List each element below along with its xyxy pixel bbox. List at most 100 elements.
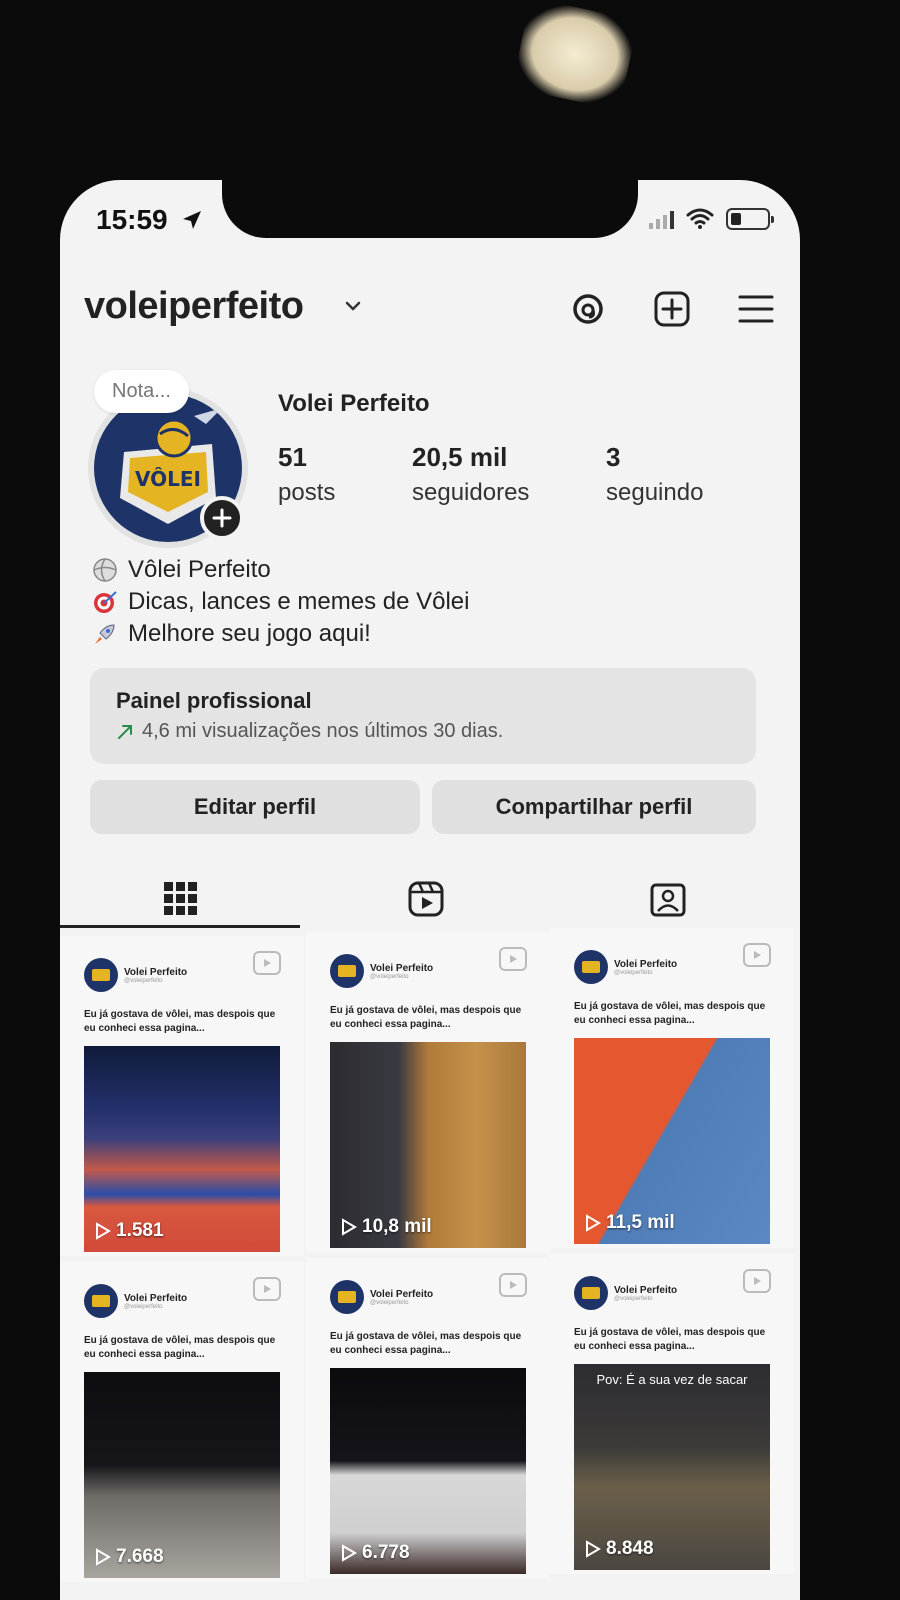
post-avatar	[84, 1284, 118, 1318]
post-handle: @voleiperfeito	[124, 977, 163, 984]
view-count: 6.778	[338, 1542, 410, 1564]
post-handle: @voleiperfeito	[614, 1295, 653, 1302]
post-header: Volei Perfeito @voleiperfeito	[574, 950, 677, 984]
view-count: 10,8 mil	[338, 1216, 432, 1238]
post-author: Volei Perfeito	[370, 962, 434, 974]
post-thumbnail: 7.668	[84, 1372, 280, 1578]
post-thumbnail: Pov: É a sua vez de sacar 8.848	[574, 1364, 770, 1570]
post-tile[interactable]: Volei Perfeito @voleiperfeito Eu já gosta…	[60, 1262, 304, 1582]
post-header: Volei Perfeito @voleiperfeito	[84, 958, 187, 992]
bio-line: Melhore seu jogo aqui!	[90, 618, 469, 650]
post-avatar	[574, 1276, 608, 1310]
stat-following-label: seguindo	[606, 479, 704, 506]
stat-posts-count: 51	[278, 442, 307, 472]
view-count: 11,5 mil	[582, 1212, 675, 1234]
threads-icon[interactable]	[568, 289, 608, 329]
menu-icon[interactable]	[736, 289, 776, 329]
post-caption: Eu já gostava de vôlei, mas despois que …	[84, 1009, 276, 1034]
panel-subtitle-text: 4,6 mi visualizações nos últimos 30 dias…	[142, 720, 504, 742]
post-handle: @voleiperfeito	[124, 1303, 163, 1310]
professional-dashboard[interactable]: Painel profissional 4,6 mi visualizações…	[90, 668, 756, 764]
cellular-signal-icon	[649, 209, 674, 229]
post-handle: @voleiperfeito	[370, 973, 409, 980]
reel-badge-icon	[499, 1273, 527, 1297]
reel-badge-icon	[499, 947, 527, 971]
post-tile[interactable]: Volei Perfeito @voleiperfeito Eu já gosta…	[550, 928, 794, 1248]
post-author: Volei Perfeito	[370, 1288, 434, 1300]
volleyball-icon	[90, 555, 120, 585]
play-views-icon	[586, 1540, 601, 1558]
chevron-down-icon[interactable]	[342, 295, 364, 317]
post-avatar	[574, 950, 608, 984]
share-profile-button[interactable]: Compartilhar perfil	[432, 780, 756, 834]
reel-badge-icon	[743, 1269, 771, 1293]
reel-badge-icon	[743, 943, 771, 967]
post-author: Volei Perfeito	[614, 958, 678, 970]
profile-header: voleiperfeito	[84, 285, 776, 341]
status-bar: 15:59	[60, 204, 800, 244]
stat-followers[interactable]: 20,5 mil seguidores	[412, 442, 572, 507]
post-tile[interactable]: Volei Perfeito @voleiperfeito Eu já gosta…	[60, 936, 304, 1256]
view-count: 1.581	[92, 1220, 164, 1242]
create-post-icon[interactable]	[652, 289, 692, 329]
trend-up-icon	[118, 724, 132, 739]
plus-icon	[212, 508, 232, 528]
bio-text: Vôlei Perfeito	[128, 556, 271, 583]
play-views-icon	[586, 1214, 601, 1232]
account-switcher[interactable]: voleiperfeito	[84, 285, 304, 328]
post-author: Volei Perfeito	[614, 1284, 678, 1296]
post-thumbnail: 6.778	[330, 1368, 526, 1574]
view-count: 8.848	[582, 1538, 654, 1560]
reel-badge-icon	[253, 1277, 281, 1301]
post-tile[interactable]: Volei Perfeito @voleiperfeito Eu já gosta…	[550, 1254, 794, 1574]
play-views-icon	[342, 1218, 357, 1236]
panel-subtitle: 4,6 mi visualizações nos últimos 30 dias…	[116, 720, 730, 743]
panel-title: Painel profissional	[116, 688, 312, 713]
bio-text: Dicas, lances e memes de Vôlei	[128, 588, 470, 615]
stat-followers-count: 20,5 mil	[412, 442, 508, 472]
post-thumbnail: 11,5 mil	[574, 1038, 770, 1244]
view-count-text: 10,8 mil	[362, 1216, 432, 1237]
view-count-text: 1.581	[116, 1220, 164, 1241]
thumbnail-overlay-text: Pov: É a sua vez de sacar	[596, 1372, 748, 1387]
post-caption: Eu já gostava de vôlei, mas despois que …	[330, 1331, 522, 1356]
bio-line: Vôlei Perfeito	[90, 554, 469, 586]
post-thumbnail: 10,8 mil	[330, 1042, 526, 1248]
add-story-button[interactable]	[200, 496, 244, 540]
tab-tagged[interactable]	[548, 870, 788, 928]
edit-profile-button[interactable]: Editar perfil	[90, 780, 420, 834]
display-name: Volei Perfeito	[278, 390, 430, 417]
location-arrow-icon	[183, 211, 201, 229]
header-actions	[568, 289, 776, 329]
stat-posts[interactable]: 51 posts	[278, 442, 335, 507]
view-count: 7.668	[92, 1546, 164, 1568]
post-header: Volei Perfeito @voleiperfeito	[330, 954, 433, 988]
post-tile[interactable]: Volei Perfeito @voleiperfeito Eu já gosta…	[306, 932, 550, 1252]
screen-glare	[511, 0, 639, 111]
post-author: Volei Perfeito	[124, 966, 188, 978]
post-caption: Eu já gostava de vôlei, mas despois que …	[84, 1335, 276, 1360]
tab-grid[interactable]	[60, 870, 300, 928]
view-count-text: 8.848	[606, 1538, 654, 1559]
reel-badge-icon	[253, 951, 281, 975]
view-count-text: 11,5 mil	[606, 1212, 675, 1233]
battery-icon	[726, 208, 774, 230]
svg-text:VÔLEI: VÔLEI	[135, 467, 201, 491]
stat-followers-label: seguidores	[412, 479, 530, 506]
post-avatar	[330, 954, 364, 988]
bio-line: Dicas, lances e memes de Vôlei	[90, 586, 469, 618]
bio-text: Melhore seu jogo aqui!	[128, 620, 371, 647]
post-avatar	[330, 1280, 364, 1314]
stat-following[interactable]: 3 seguindo	[606, 442, 746, 507]
post-thumbnail: 1.581	[84, 1046, 280, 1252]
stat-following-count: 3	[606, 442, 621, 472]
post-header: Volei Perfeito @voleiperfeito	[574, 1276, 677, 1310]
tab-reels[interactable]	[306, 870, 546, 928]
note-bubble[interactable]: Nota...	[94, 370, 189, 413]
status-indicators	[649, 208, 774, 230]
stat-posts-label: posts	[278, 479, 336, 506]
play-views-icon	[96, 1548, 111, 1566]
post-tile[interactable]: Volei Perfeito @voleiperfeito Eu já gosta…	[306, 1258, 550, 1578]
profile-tabs	[60, 870, 800, 930]
view-count-text: 7.668	[116, 1546, 164, 1567]
